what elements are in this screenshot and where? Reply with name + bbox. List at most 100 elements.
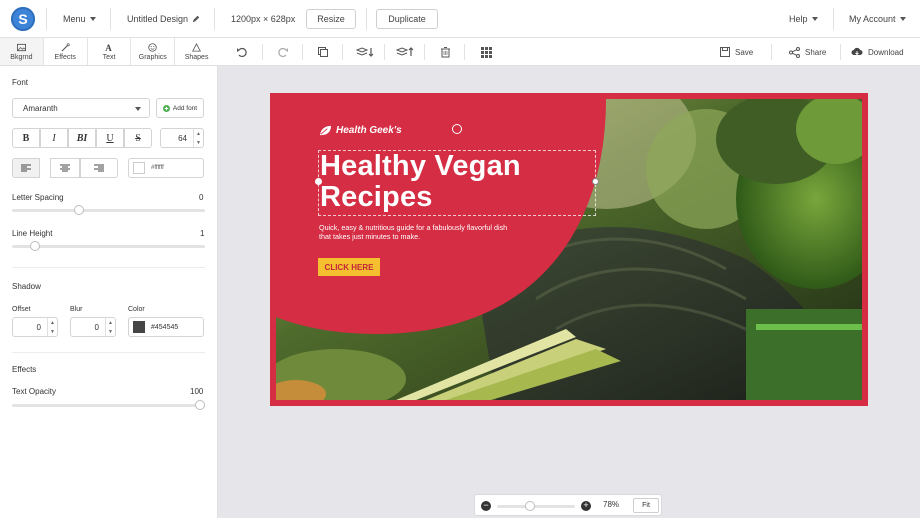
letter-spacing-handle[interactable] [74,205,85,215]
line-height-handle[interactable] [30,241,41,251]
line-height-label: Line Height [12,229,53,238]
pencil-icon[interactable] [192,15,200,23]
arrow-down-icon[interactable]: ▼ [108,329,113,335]
font-size-input[interactable]: 64 ▲ ▼ [160,128,204,148]
duplicate-label: Duplicate [388,14,426,24]
zoom-in-icon[interactable]: + [581,501,591,511]
bold-label: B [22,132,30,144]
grid-icon [480,46,492,58]
redo-button[interactable] [275,44,291,60]
grid-button[interactable] [478,44,494,60]
letter-spacing-slider[interactable] [12,205,205,215]
strikethrough-label: S [135,132,141,144]
rotate-handle-icon[interactable] [452,124,462,134]
fit-label: Fit [642,502,650,509]
tab-text[interactable]: A Text [88,38,132,65]
arrow-up-icon[interactable]: ▲ [50,320,55,326]
bold-italic-button[interactable]: BI [68,128,96,148]
strikethrough-button[interactable]: S [124,128,152,148]
copy-button[interactable] [315,44,331,60]
tab-label: Bkgrnd [10,53,33,61]
align-left-icon [21,164,31,172]
resize-button[interactable]: Resize [306,9,356,29]
text-color-picker[interactable]: #ffffff [128,158,204,178]
divider [46,8,47,30]
chevron-down-icon [899,17,906,21]
editor-toolbar: Save Share Download [218,38,920,66]
arrow-down-icon[interactable]: ▼ [50,329,55,335]
app-logo[interactable]: S [11,7,35,31]
dimensions-text: 1200px × 628px [231,14,296,24]
tab-effects[interactable]: Effects [44,38,88,65]
shadow-section-title: Shadow [12,282,41,291]
duplicate-button[interactable]: Duplicate [376,9,438,29]
shadow-color-label: Color [128,306,145,313]
delete-button[interactable] [437,44,453,60]
font-section-title: Font [12,78,29,87]
download-button[interactable]: Download [851,38,904,66]
tab-background[interactable]: Bkgrnd [0,38,44,65]
layers-up-icon [396,47,414,56]
share-icon [789,46,800,58]
logo-letter: S [18,11,28,27]
save-button[interactable]: Save [720,38,753,66]
align-center-button[interactable] [50,158,80,178]
menu-dropdown[interactable]: Menu [63,0,96,38]
add-font-label: Add font [172,104,198,112]
bring-forward-button[interactable] [395,44,415,60]
text-opacity-handle[interactable] [195,400,205,410]
chevron-down-icon [135,107,141,111]
share-button[interactable]: Share [789,38,826,66]
underline-button[interactable]: U [96,128,124,148]
divider [214,8,215,30]
effects-section-title: Effects [12,365,37,374]
arrow-up-icon[interactable]: ▲ [196,131,201,137]
zoom-slider[interactable] [497,501,575,511]
cta-button[interactable]: CLICK HERE [318,258,380,276]
text-opacity-slider[interactable] [12,400,205,410]
layers-down-icon [356,47,374,57]
zoom-out-icon[interactable]: − [481,501,491,511]
design-canvas[interactable]: Health Geek's Healthy Vegan Recipes Quic… [270,93,868,406]
fit-button[interactable]: Fit [633,498,659,513]
bold-button[interactable]: B [12,128,40,148]
resize-handle-right[interactable] [592,178,599,185]
font-family-select[interactable]: Amaranth [12,98,150,118]
arrow-up-icon[interactable]: ▲ [108,320,113,326]
brand-logo[interactable]: Health Geek's [319,125,402,136]
align-left-button[interactable] [12,158,40,178]
body-text[interactable]: Quick, easy & nutritious guide for a fab… [319,223,509,241]
shadow-color-picker[interactable]: #454545 [128,317,204,337]
headline[interactable]: Healthy Vegan Recipes [320,151,521,213]
tab-shapes[interactable]: Shapes [175,38,218,65]
text-color-value: #ffffff [151,165,164,171]
letter-spacing-label: Letter Spacing [12,193,64,202]
tab-graphics[interactable]: Graphics [131,38,176,65]
line-height-slider[interactable] [12,241,205,251]
add-font-button[interactable]: Add font [156,98,204,118]
chevron-down-icon [89,17,96,21]
account-dropdown[interactable]: My Account [849,0,906,38]
resize-label: Resize [317,14,345,24]
canvas-dimensions: 1200px × 628px [231,0,295,38]
arrow-down-icon[interactable]: ▼ [196,140,201,146]
help-dropdown[interactable]: Help [789,0,818,38]
font-size-stepper[interactable]: ▲ ▼ [193,129,203,147]
text-opacity-value: 100 [190,387,204,396]
divider [424,44,425,60]
redo-icon [278,47,288,58]
offset-stepper[interactable]: ▲ ▼ [47,318,57,336]
align-center-icon [60,164,70,172]
shadow-offset-input[interactable]: 0 ▲ ▼ [12,317,58,337]
shadow-blur-input[interactable]: 0 ▲ ▼ [70,317,116,337]
blur-stepper[interactable]: ▲ ▼ [105,318,115,336]
align-right-button[interactable] [80,158,118,178]
properties-panel: Font Amaranth Add font B I BI U S 64 ▲ ▼ … [0,66,218,518]
shadow-color-swatch [133,321,145,333]
zoom-handle[interactable] [525,501,535,511]
cloud-download-icon [851,47,863,56]
undo-button[interactable] [234,44,250,60]
design-title[interactable]: Untitled Design [127,0,200,38]
send-backward-button[interactable] [355,44,375,60]
italic-button[interactable]: I [40,128,68,148]
